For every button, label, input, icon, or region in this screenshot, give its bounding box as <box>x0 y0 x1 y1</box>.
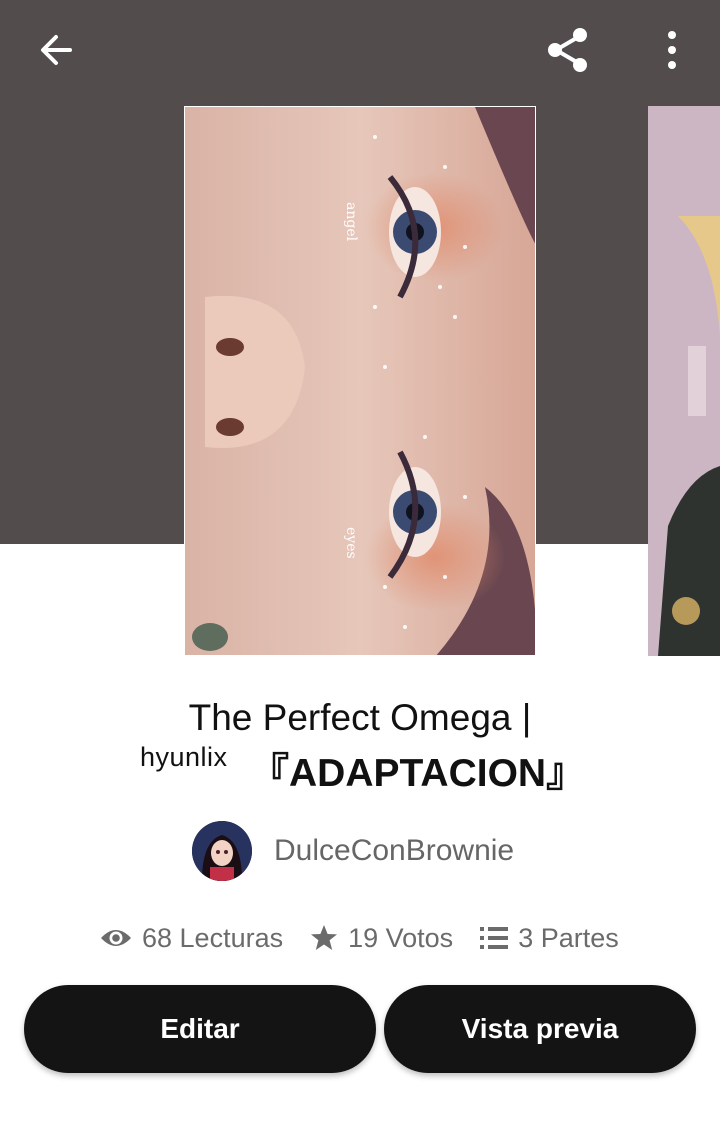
author-name[interactable]: DulceConBrownie <box>274 834 514 868</box>
story-title-line1: The Perfect Omega | <box>188 697 532 738</box>
story-title: The Perfect Omega | <box>60 694 660 742</box>
reads-stat: 68 Lecturas <box>100 923 283 954</box>
avatar-image <box>192 821 252 881</box>
arrow-left-icon <box>41 35 72 65</box>
list-icon <box>480 927 509 949</box>
cover-text-top: angel <box>343 202 359 242</box>
share-button[interactable] <box>532 18 604 82</box>
star-icon <box>311 925 338 950</box>
author-row[interactable]: DulceConBrownie <box>192 820 514 882</box>
cover-text-bottom: eyes <box>343 527 359 559</box>
story-title-tag: hyunlix <box>140 742 228 772</box>
story-stats: 68 Lecturas 19 Votos 3 Partes <box>100 916 646 960</box>
votes-count: 19 Votos <box>348 922 454 953</box>
next-story-cover[interactable] <box>648 106 720 656</box>
more-options-button[interactable] <box>640 18 704 82</box>
parts-count: 3 Partes <box>518 922 619 953</box>
back-button[interactable] <box>20 22 92 78</box>
more-vertical-icon <box>668 31 676 69</box>
story-cover[interactable]: angel eyes <box>184 106 536 656</box>
votes-stat: 19 Votos <box>310 923 453 954</box>
story-title-line2: 『ADAPTACION』 <box>250 752 586 795</box>
cover-art: angel eyes <box>185 107 535 655</box>
share-icon <box>548 28 587 72</box>
reads-count: 68 Lecturas <box>142 922 284 953</box>
avatar[interactable] <box>192 821 252 881</box>
edit-button[interactable]: Editar <box>24 985 376 1073</box>
eye-icon <box>101 930 131 946</box>
preview-button[interactable]: Vista previa <box>384 985 696 1073</box>
parts-stat: 3 Partes <box>480 923 619 954</box>
next-cover-art <box>648 106 720 656</box>
